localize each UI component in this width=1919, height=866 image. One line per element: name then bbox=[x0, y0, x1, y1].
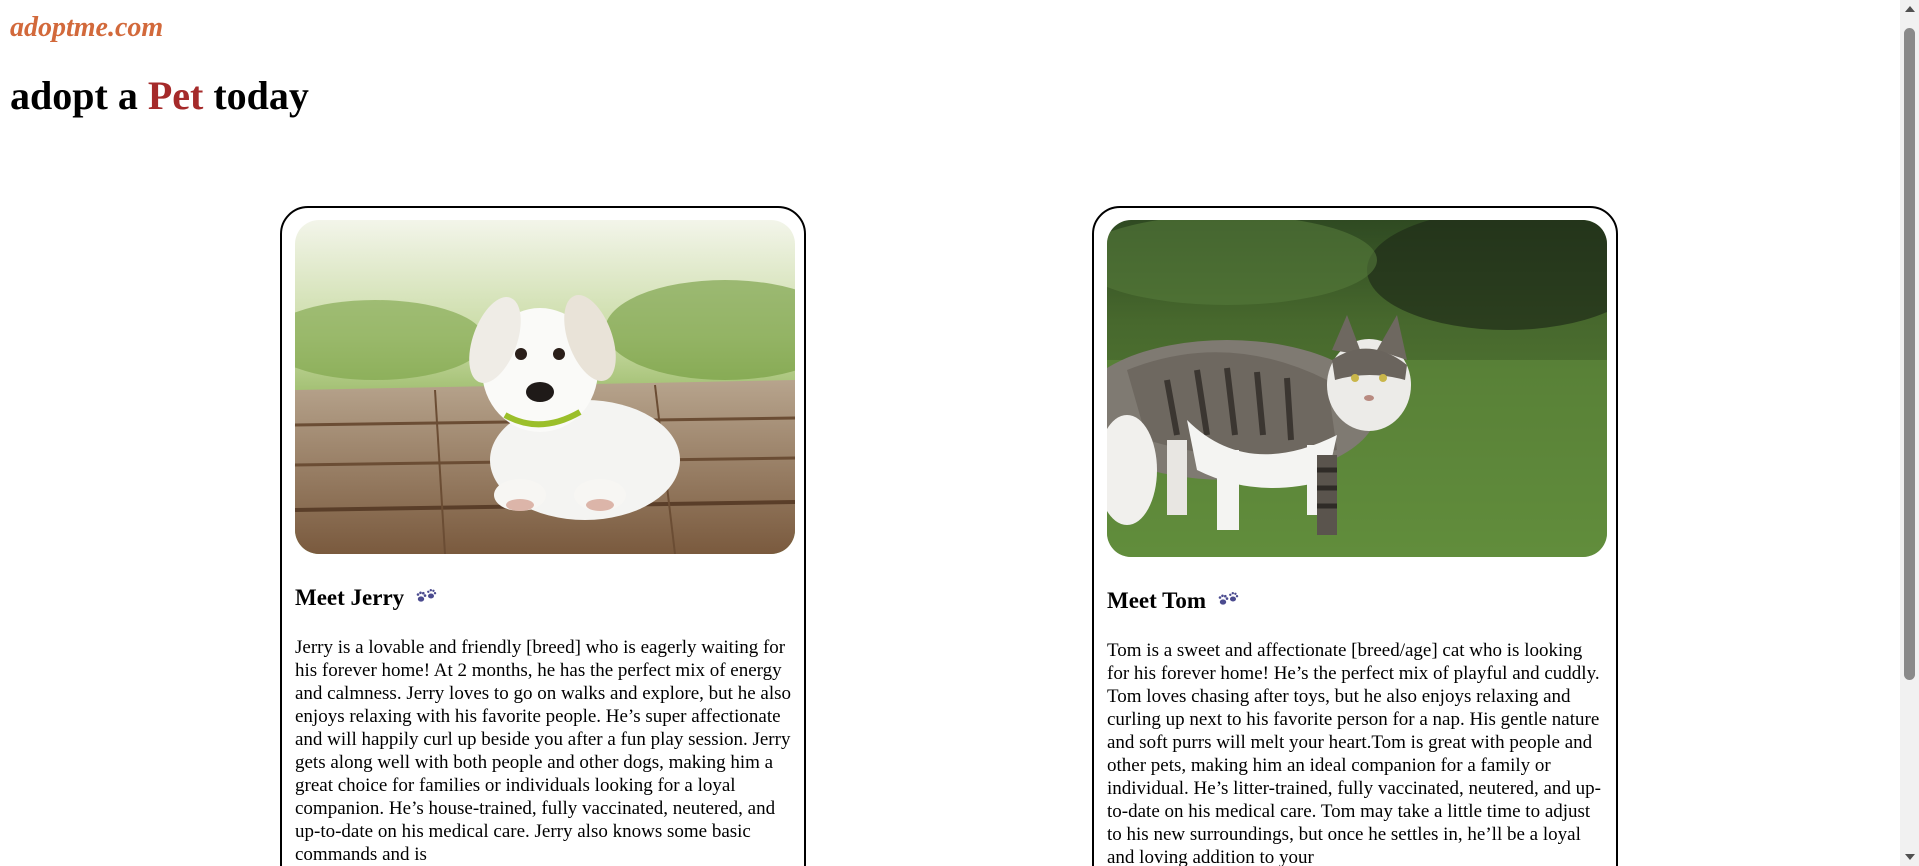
scroll-up-arrow-icon[interactable] bbox=[1905, 6, 1915, 12]
paw-prints-icon bbox=[1216, 589, 1240, 613]
pet-card-tom: Meet Tom Tom is a sweet and affectionate… bbox=[1092, 206, 1618, 866]
pet-card-jerry: Meet Jerry Jerry is a lovable and friend… bbox=[280, 206, 806, 866]
pet-description-tom: Tom is a sweet and affectionate [breed/a… bbox=[1107, 640, 1601, 866]
scroll-down-arrow-icon[interactable] bbox=[1905, 854, 1915, 860]
site-name: adoptme.com bbox=[10, 12, 164, 43]
puppy-photo bbox=[295, 220, 795, 554]
pet-name-label: Meet Tom bbox=[1107, 588, 1207, 613]
pet-name-tom: Meet Tom bbox=[1107, 587, 1603, 615]
headline-accent: Pet bbox=[147, 73, 204, 118]
pet-description-jerry: Jerry is a lovable and friendly [breed] … bbox=[295, 637, 791, 865]
vertical-scrollbar[interactable] bbox=[1900, 0, 1919, 866]
pet-name-jerry: Meet Jerry bbox=[295, 584, 791, 612]
page-headline: adopt a Pet today bbox=[10, 72, 309, 119]
cat-photo bbox=[1107, 220, 1607, 557]
page: adoptme.com adopt a Pet today Meet Jerry… bbox=[0, 0, 1900, 866]
paw-prints-icon bbox=[414, 586, 438, 610]
pet-name-label: Meet Jerry bbox=[295, 585, 405, 610]
headline-after: today bbox=[203, 73, 309, 118]
headline-before: adopt a bbox=[10, 73, 148, 118]
scrollbar-thumb[interactable] bbox=[1904, 28, 1915, 680]
